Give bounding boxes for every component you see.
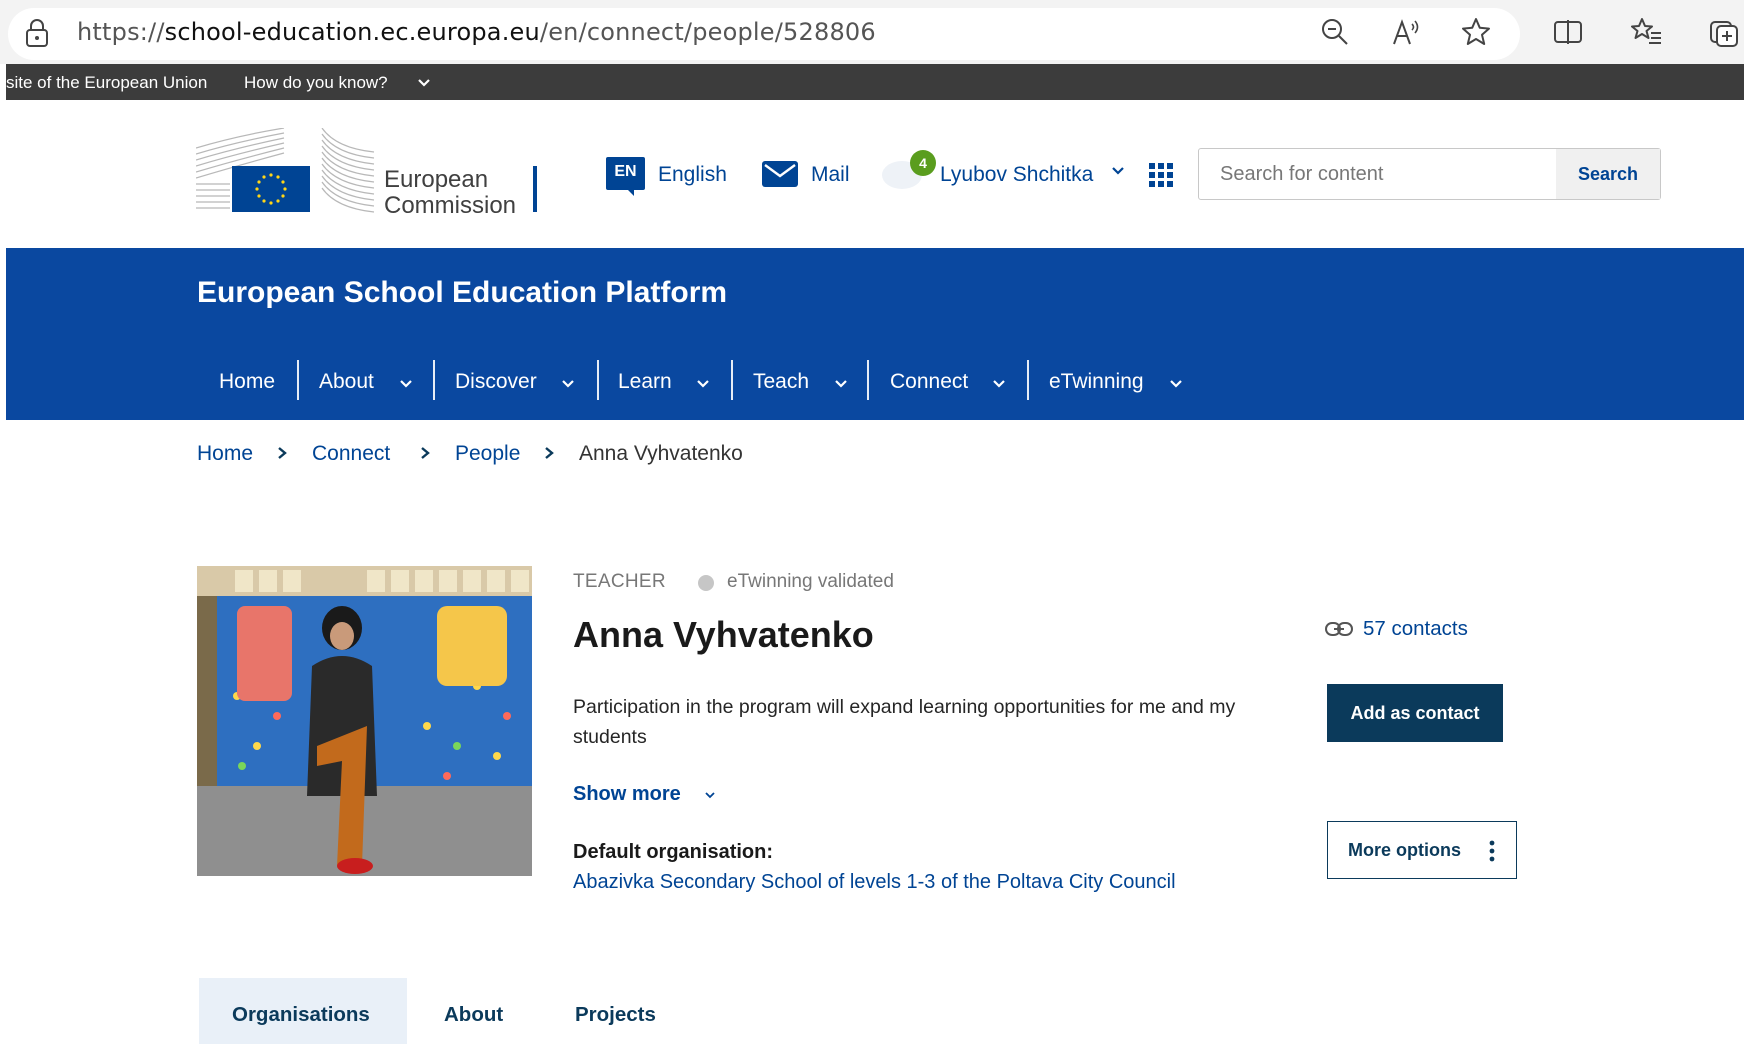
breadcrumb-home[interactable]: Home (197, 442, 253, 466)
eu-official-banner: site of the European Union How do you kn… (6, 64, 1744, 100)
lock-icon[interactable] (24, 18, 50, 48)
chevron-right-icon (278, 447, 287, 459)
url-host: school-education.ec.europa.eu (164, 18, 540, 46)
search-input[interactable] (1200, 150, 1555, 198)
nav-divider (1027, 360, 1029, 400)
tab-organisations[interactable]: Organisations (199, 978, 407, 1044)
chevron-down-icon[interactable] (703, 788, 717, 802)
site-title[interactable]: European School Education Platform (197, 276, 727, 310)
nav-item-connect[interactable]: Connect (890, 362, 1015, 400)
chevron-down-icon (400, 380, 412, 388)
nav-item-learn[interactable]: Learn (618, 362, 718, 400)
nav-item-home[interactable]: Home (219, 362, 279, 400)
mail-icon[interactable] (762, 161, 798, 187)
link-icon (1325, 622, 1353, 636)
collections-icon[interactable] (1708, 16, 1740, 48)
language-badge[interactable]: EN (606, 157, 645, 190)
logo-text-commission: Commission (384, 192, 517, 219)
chevron-right-icon (545, 447, 554, 459)
nav-divider (433, 360, 435, 400)
language-badge-tail (626, 188, 634, 196)
user-menu[interactable]: Lyubov Shchitka (940, 163, 1093, 187)
profile-name: Anna Vyhvatenko (573, 614, 874, 655)
tab-label: Organisations (232, 1003, 370, 1026)
url-prefix: https:// (77, 18, 165, 46)
show-more-button[interactable]: Show more (573, 783, 681, 806)
nav-item-label: About (319, 370, 374, 393)
kebab-menu-icon[interactable] (1489, 840, 1495, 862)
nav-item-etwinning[interactable]: eTwinning (1049, 362, 1189, 400)
nav-item-label: Teach (753, 370, 810, 393)
separator-dot (698, 575, 714, 591)
nav-item-label: eTwinning (1049, 370, 1144, 393)
chevron-down-icon (697, 380, 709, 388)
nav-item-teach[interactable]: Teach (753, 362, 853, 400)
nav-divider (867, 360, 869, 400)
logo-text-european: European (384, 166, 489, 193)
validation-status: eTwinning validated (727, 571, 894, 592)
chevron-down-icon (993, 380, 1005, 388)
favorite-star-icon[interactable] (1460, 16, 1492, 48)
nav-item-label: Learn (618, 370, 672, 393)
breadcrumb-current: Anna Vyhvatenko (579, 442, 743, 465)
breadcrumb-connect[interactable]: Connect (312, 442, 390, 466)
chevron-down-icon (1170, 380, 1182, 388)
logo-divider (533, 166, 537, 212)
nav-divider (297, 360, 299, 400)
chevron-down-icon[interactable] (1110, 163, 1126, 179)
nav-item-label: Home (219, 370, 276, 393)
notification-badge[interactable]: 4 (910, 150, 936, 176)
breadcrumb-people[interactable]: People (455, 442, 520, 466)
nav-divider (597, 360, 599, 400)
favorites-list-icon[interactable] (1631, 16, 1663, 48)
read-aloud-icon[interactable] (1390, 16, 1422, 48)
eu-banner-text: site of the European Union (6, 73, 208, 92)
nav-item-discover[interactable]: Discover (455, 362, 585, 400)
language-selector[interactable]: English (658, 163, 727, 187)
apps-grid-icon[interactable] (1148, 162, 1174, 188)
nav-item-about[interactable]: About (319, 362, 419, 400)
nav-item-label: Discover (455, 370, 537, 393)
how-do-you-know-link[interactable]: How do you know? (244, 73, 388, 93)
chevron-down-icon (562, 380, 574, 388)
mail-link[interactable]: Mail (811, 163, 850, 187)
tab-label: Projects (575, 1003, 656, 1026)
contacts-count-link[interactable]: 57 contacts (1363, 617, 1468, 641)
add-contact-button[interactable]: Add as contact (1327, 684, 1503, 742)
default-organisation-link[interactable]: Abazivka Secondary School of levels 1-3 … (573, 871, 1176, 894)
url-path: /en/connect/people/528806 (539, 18, 876, 46)
chevron-down-icon (835, 380, 847, 388)
nav-item-label: Connect (890, 370, 969, 393)
tab-projects[interactable]: Projects (560, 978, 670, 1044)
zoom-out-icon[interactable] (1319, 16, 1351, 48)
default-organisation-heading: Default organisation: (573, 841, 774, 863)
profile-photo (197, 566, 532, 876)
role-label: TEACHER (573, 571, 666, 592)
split-screen-icon[interactable] (1552, 16, 1584, 48)
chevron-down-icon[interactable] (417, 76, 431, 90)
profile-bio: Participation in the program will expand… (573, 696, 1236, 748)
search-button[interactable]: Search (1556, 149, 1660, 199)
chevron-right-icon (421, 447, 430, 459)
tab-label: About (444, 1003, 504, 1026)
nav-divider (731, 360, 733, 400)
tab-about[interactable]: About (430, 978, 530, 1044)
url-text[interactable]: https://school-education.ec.europa.eu/en… (77, 18, 876, 46)
